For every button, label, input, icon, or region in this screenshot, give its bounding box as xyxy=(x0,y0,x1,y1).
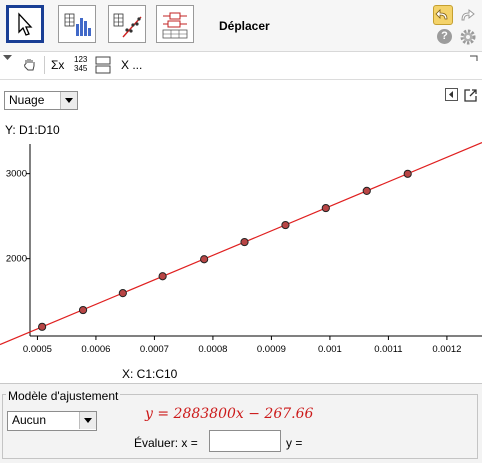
data-point[interactable] xyxy=(200,255,209,264)
one-variable-analysis-button[interactable] xyxy=(58,5,96,43)
x-tick-label: 0.0005 xyxy=(23,344,52,355)
style-bar: Σx 123 345 X ... xyxy=(0,52,482,80)
redo-button[interactable] xyxy=(457,5,477,25)
data-point[interactable] xyxy=(78,305,88,315)
numbers-bottom-label: 345 xyxy=(74,64,88,73)
data-point[interactable] xyxy=(362,186,371,196)
collapse-triangle-icon[interactable] xyxy=(3,55,12,61)
move-tool-button[interactable] xyxy=(6,5,44,43)
plot-panel: Nuage Y: D1:D10 X: C1:C10 0.0005 0.0006 0.00… xyxy=(0,80,482,384)
active-tool-title: Déplacer xyxy=(219,19,270,33)
redo-icon xyxy=(461,8,475,21)
data-point[interactable] xyxy=(38,322,47,331)
statistics-sum-button[interactable]: Σx xyxy=(51,58,64,72)
boxplot-icon xyxy=(162,12,188,39)
table-layout-icon[interactable] xyxy=(95,56,111,74)
model-title: Modèle d'ajustement xyxy=(6,389,121,403)
settings-button[interactable] xyxy=(459,28,477,46)
x-tick-label: 0.0012 xyxy=(432,344,461,355)
y-tick-label: 3000 xyxy=(6,169,27,180)
data-point[interactable] xyxy=(158,272,167,281)
gear-icon xyxy=(460,29,476,45)
x-tick-label: 0.001 xyxy=(318,344,342,355)
show-data-button[interactable]: 123 345 xyxy=(74,55,87,73)
undo-icon xyxy=(435,9,448,20)
y-axis-label: Y: D1:D10 xyxy=(5,123,60,137)
evaluate-x-input[interactable] xyxy=(209,430,281,452)
chevron-down-icon xyxy=(79,412,96,429)
evaluate-label: Évaluer: x = xyxy=(134,436,198,450)
evaluate-y-label: y = xyxy=(286,436,303,450)
multiple-variable-analysis-button[interactable] xyxy=(156,5,194,43)
data-point[interactable] xyxy=(321,203,330,213)
two-variable-regression-button[interactable] xyxy=(108,5,146,43)
regression-equation: y = 2883800x − 267.66 xyxy=(145,406,314,422)
x-tick-label: 0.0009 xyxy=(257,344,286,355)
x-tick-label: 0.0008 xyxy=(198,344,227,355)
hand-pan-icon[interactable] xyxy=(22,56,38,72)
toolbar-divider xyxy=(44,56,45,74)
x-tick-label: 0.0011 xyxy=(374,344,402,355)
undo-button[interactable] xyxy=(433,5,453,25)
x-tick-label: 0.0007 xyxy=(140,344,169,355)
data-point[interactable] xyxy=(118,289,127,298)
panel-menu-icon[interactable] xyxy=(470,55,478,62)
x-tick-label: 0.0006 xyxy=(81,344,110,355)
y-tick-label: 2000 xyxy=(6,254,27,265)
scatter-chart: Y: D1:D10 X: C1:C10 0.0005 0.0006 0.0007 0.00… xyxy=(0,123,482,381)
x-axis-label: X: C1:C10 xyxy=(122,367,178,381)
main-toolbar: Déplacer ? xyxy=(0,0,482,52)
fit-type-dropdown[interactable]: Aucun xyxy=(7,411,97,431)
fit-type-value: Aucun xyxy=(12,413,47,427)
numbers-top-label: 123 xyxy=(74,55,88,64)
swap-xy-button[interactable]: X ... xyxy=(121,58,142,72)
histogram-icon xyxy=(64,13,91,36)
help-icon[interactable]: ? xyxy=(437,29,452,44)
data-point[interactable] xyxy=(403,169,412,178)
cursor-arrow-icon xyxy=(18,12,33,36)
data-point[interactable] xyxy=(240,237,249,247)
scatter-regression-icon xyxy=(113,13,142,38)
data-point[interactable] xyxy=(281,220,290,230)
